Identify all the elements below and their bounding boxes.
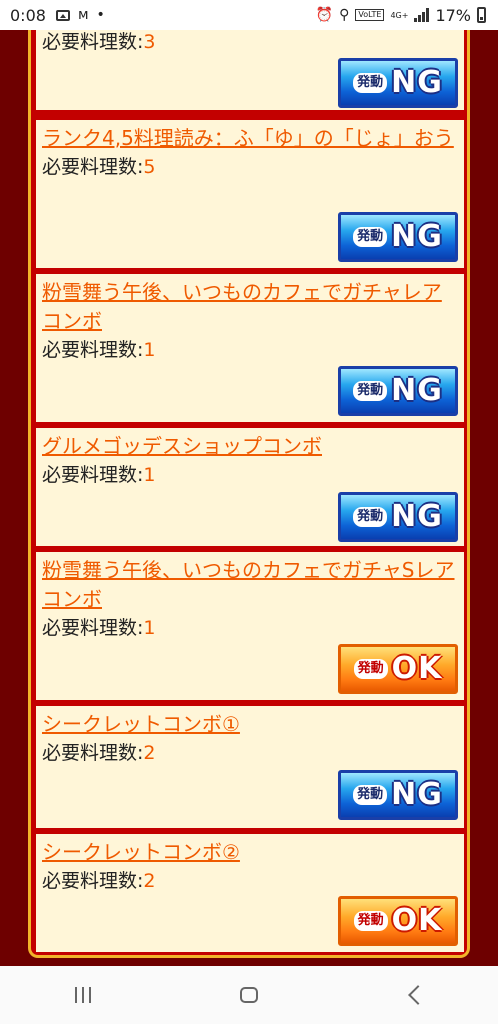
activation-ng-badge: 発動 NG xyxy=(338,366,458,416)
recent-apps-button[interactable] xyxy=(53,975,113,1015)
back-button[interactable] xyxy=(385,975,445,1015)
signal-icon xyxy=(414,8,430,22)
activation-ng-badge: 発動 NG xyxy=(338,770,458,820)
app-notification-icon: ᴍ xyxy=(77,7,89,23)
combo-card: シークレットコンボ① 必要料理数:2 発動 NG xyxy=(36,706,464,828)
combo-card: グルメゴッデスショップコンボ 必要料理数:1 発動 NG xyxy=(36,428,464,546)
activation-ok-badge: 発動 OK xyxy=(338,644,458,694)
combo-title-link[interactable]: グルメゴッデスショップコンボ xyxy=(42,432,458,461)
home-button[interactable] xyxy=(219,975,279,1015)
location-icon: ⚲ xyxy=(339,7,350,23)
combo-card: 必要料理数:3 発動 NG xyxy=(36,30,464,110)
alarm-icon: ⏰ xyxy=(315,7,334,23)
required-dishes: 必要料理数:1 xyxy=(42,464,156,486)
battery-icon xyxy=(477,7,486,23)
required-dishes: 必要料理数:5 xyxy=(42,156,156,178)
required-dishes: 必要料理数:2 xyxy=(42,870,156,892)
recent-apps-icon xyxy=(75,987,91,1003)
gallery-notification-icon xyxy=(55,9,70,21)
combo-card: ランク4,5料理読み：ふ「ゆ」の「じょ」おう 必要料理数:5 発動 NG xyxy=(36,120,464,268)
required-dishes: 必要料理数:1 xyxy=(42,339,156,361)
network-type: 4G+ xyxy=(390,10,409,20)
combo-title-link[interactable]: ランク4,5料理読み：ふ「ゆ」の「じょ」おう xyxy=(42,124,458,153)
battery-percent: 17% xyxy=(435,5,471,25)
required-dishes: 必要料理数:3 xyxy=(42,31,156,53)
status-time: 0:08 xyxy=(10,5,46,25)
back-icon xyxy=(408,985,428,1005)
activation-ng-badge: 発動 NG xyxy=(338,492,458,542)
combo-title-link[interactable]: シークレットコンボ② xyxy=(42,838,458,867)
home-icon xyxy=(240,987,258,1003)
activation-ng-badge: 発動 NG xyxy=(338,58,458,108)
combo-list-screen: 必要料理数:3 発動 NG ランク4,5料理読み：ふ「ゆ」の「じょ」おう 必要料… xyxy=(0,30,498,966)
combo-title-link[interactable]: 粉雪舞う午後、いつものカフェでガチャレアコンボ xyxy=(42,278,458,336)
required-dishes: 必要料理数:1 xyxy=(42,617,156,639)
combo-card: 粉雪舞う午後、いつものカフェでガチャレアコンボ 必要料理数:1 発動 NG xyxy=(36,274,464,422)
required-dishes: 必要料理数:2 xyxy=(42,742,156,764)
combo-title-link[interactable]: 粉雪舞う午後、いつものカフェでガチャSレアコンボ xyxy=(42,556,458,614)
combo-card: シークレットコンボ② 必要料理数:2 発動 OK xyxy=(36,834,464,952)
activation-ok-badge: 発動 OK xyxy=(338,896,458,946)
combo-card: 粉雪舞う午後、いつものカフェでガチャSレアコンボ 必要料理数:1 発動 OK xyxy=(36,552,464,700)
combo-title-link[interactable]: シークレットコンボ① xyxy=(42,710,458,739)
more-notifications-dot-icon: • xyxy=(96,7,105,23)
activation-ng-badge: 発動 NG xyxy=(338,212,458,262)
volte-icon: VoLTE xyxy=(355,9,385,21)
system-nav-bar xyxy=(0,966,498,1024)
status-bar: 0:08 ᴍ • ⏰ ⚲ VoLTE 4G+ 17% xyxy=(0,0,498,30)
